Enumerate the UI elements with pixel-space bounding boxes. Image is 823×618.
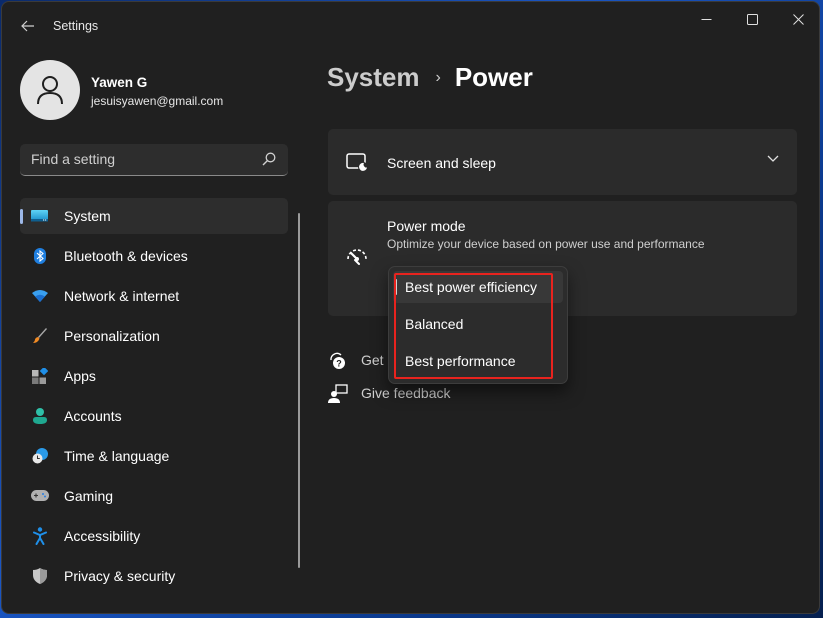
sidebar-item-label: Accessibility xyxy=(64,528,141,544)
minimize-icon xyxy=(701,18,711,20)
maximize-icon xyxy=(746,13,758,25)
dropdown-option-best-power-efficiency[interactable]: Best power efficiency xyxy=(393,271,563,303)
search-icon[interactable] xyxy=(262,152,276,166)
minimize-button[interactable] xyxy=(683,2,729,36)
give-feedback-label: Give feedback xyxy=(361,385,451,401)
sidebar-item-accounts[interactable]: Accounts xyxy=(20,398,288,434)
breadcrumb: System › Power xyxy=(327,62,533,93)
sidebar-item-label: Personalization xyxy=(64,328,160,344)
chevron-down-icon[interactable] xyxy=(767,155,779,163)
sidebar-item-label: Network & internet xyxy=(64,288,180,304)
sidebar-item-bluetooth[interactable]: Bluetooth & devices xyxy=(20,238,288,274)
user-name: Yawen G xyxy=(91,75,148,90)
app-title: Settings xyxy=(53,19,99,33)
sidebar-item-network[interactable]: Network & internet xyxy=(20,278,288,314)
apps-icon xyxy=(31,367,49,385)
speedometer-icon xyxy=(347,249,367,265)
arrow-left-icon xyxy=(21,20,34,32)
sidebar-item-label: Privacy & security xyxy=(64,568,176,584)
avatar[interactable] xyxy=(20,60,80,120)
user-email: jesuisyawen@gmail.com xyxy=(91,94,224,108)
title-bar: Settings xyxy=(2,2,819,50)
system-monitor-icon xyxy=(31,207,49,225)
dropdown-option-best-performance[interactable]: Best performance xyxy=(393,345,563,377)
accessibility-icon xyxy=(31,527,49,545)
sidebar-scrollbar[interactable] xyxy=(298,213,300,568)
svg-text:?: ? xyxy=(336,359,342,369)
selection-indicator xyxy=(395,279,397,295)
sidebar-item-label: Time & language xyxy=(64,448,170,464)
breadcrumb-parent[interactable]: System xyxy=(327,62,420,93)
bluetooth-icon xyxy=(31,247,49,265)
sidebar-item-label: System xyxy=(64,208,111,224)
power-mode-dropdown[interactable]: Best power efficiency Balanced Best perf… xyxy=(388,266,568,384)
dropdown-option-label: Best performance xyxy=(405,353,516,369)
power-mode-title: Power mode xyxy=(387,218,466,234)
wifi-icon xyxy=(31,287,49,305)
person-icon xyxy=(31,407,49,425)
sidebar-nav: System Bluetooth & devices Network & int… xyxy=(20,198,288,598)
sidebar-item-label: Gaming xyxy=(64,488,114,504)
back-button[interactable] xyxy=(14,14,42,38)
breadcrumb-separator: › xyxy=(435,68,441,86)
maximize-button[interactable] xyxy=(729,2,775,36)
screen-sleep-icon xyxy=(346,153,368,171)
person-outline-icon xyxy=(37,76,63,105)
sidebar-item-label: Bluetooth & devices xyxy=(64,248,188,264)
gamepad-icon xyxy=(31,487,49,505)
sidebar-item-personalization[interactable]: Personalization xyxy=(20,318,288,354)
sidebar-item-accessibility[interactable]: Accessibility xyxy=(20,518,288,554)
dropdown-option-balanced[interactable]: Balanced xyxy=(393,308,563,340)
sidebar-item-apps[interactable]: Apps xyxy=(20,358,288,394)
close-button[interactable] xyxy=(775,2,819,36)
sidebar-item-privacy-security[interactable]: Privacy & security xyxy=(20,558,288,594)
sidebar-item-system[interactable]: System xyxy=(20,198,288,234)
paintbrush-icon xyxy=(31,327,49,345)
sidebar-item-label: Apps xyxy=(64,368,96,384)
feedback-icon xyxy=(328,384,348,403)
search-input[interactable] xyxy=(20,144,250,174)
shield-icon xyxy=(31,567,49,585)
search-box[interactable] xyxy=(20,144,288,176)
screen-and-sleep-title: Screen and sleep xyxy=(387,155,496,171)
close-icon xyxy=(792,13,804,25)
help-icon: ? xyxy=(330,352,345,369)
clock-globe-icon xyxy=(31,447,49,465)
selection-indicator xyxy=(20,209,23,224)
power-mode-description: Optimize your device based on power use … xyxy=(387,237,705,251)
page-title: Power xyxy=(454,62,533,92)
settings-window: Settings Yawen G jesuisyawen@gmail.com F… xyxy=(1,1,820,614)
sidebar-item-gaming[interactable]: Gaming xyxy=(20,478,288,514)
screen-and-sleep-card[interactable]: Screen and sleep xyxy=(328,129,797,195)
dropdown-option-label: Balanced xyxy=(405,316,464,332)
sidebar-item-time-language[interactable]: Time & language xyxy=(20,438,288,474)
dropdown-option-label: Best power efficiency xyxy=(405,279,538,295)
sidebar-item-label: Accounts xyxy=(64,408,122,424)
